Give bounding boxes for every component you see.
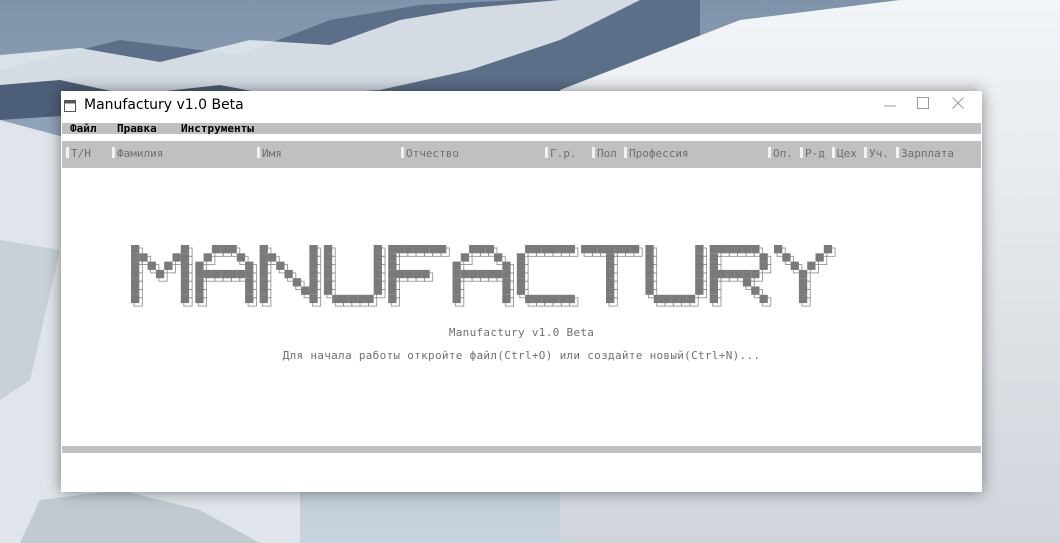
app-window: Manufactury v1.0 Beta Файл Правка Инстру…	[61, 91, 982, 492]
logo-letter-n	[259, 245, 322, 307]
logo-letter-u	[645, 245, 707, 307]
column-header-experience[interactable]: Оп.	[768, 147, 793, 160]
column-header-grade[interactable]: Р-д	[800, 147, 825, 160]
app-window-icon	[64, 100, 76, 112]
column-header-salary[interactable]: Зарплата	[896, 147, 954, 160]
splash-hint: Для начала работы откройте файл(Ctrl+O) …	[282, 349, 761, 362]
logo-letter-c	[516, 245, 579, 307]
table-header: Т/Н Фамилия Имя Отчество Г.р. Пол Профес…	[62, 141, 981, 168]
logo-letter-r	[709, 245, 772, 307]
menu-file[interactable]: Файл	[70, 123, 97, 134]
column-header-sex[interactable]: Пол	[592, 147, 617, 160]
close-button[interactable]	[941, 91, 975, 115]
maximize-button[interactable]	[906, 91, 940, 115]
logo-letter-t	[581, 245, 643, 307]
column-header-profession[interactable]: Профессия	[624, 147, 689, 160]
menu-tools[interactable]: Инструменты	[181, 123, 254, 134]
logo-letter-m	[131, 245, 193, 307]
logo-letter-y	[774, 245, 836, 307]
column-header-section[interactable]: Уч.	[864, 147, 889, 160]
title-bar[interactable]: Manufactury v1.0 Beta	[61, 91, 982, 122]
column-header-patronymic[interactable]: Отчество	[401, 147, 459, 160]
column-header-surname[interactable]: Фамилия	[112, 147, 163, 160]
column-header-birth-year[interactable]: Г.р.	[545, 147, 577, 160]
logo-letter-a	[195, 245, 257, 307]
manufactury-logo	[131, 245, 836, 307]
logo-letter-f	[388, 245, 450, 307]
column-header-workshop[interactable]: Цех	[832, 147, 857, 160]
logo-letter-u	[323, 245, 386, 307]
minimize-button[interactable]	[873, 91, 907, 115]
status-bar	[62, 446, 981, 453]
close-icon	[952, 97, 964, 109]
column-header-tab-number[interactable]: Т/Н	[66, 147, 91, 160]
menu-edit[interactable]: Правка	[117, 123, 157, 134]
maximize-icon	[917, 97, 929, 109]
column-header-name[interactable]: Имя	[257, 147, 282, 160]
menu-bar: Файл Правка Инструменты	[62, 123, 981, 134]
logo-letter-a	[452, 245, 514, 307]
window-title: Manufactury v1.0 Beta	[84, 97, 244, 113]
splash-subtitle: Manufactury v1.0 Beta	[448, 326, 595, 339]
minimize-icon	[884, 105, 896, 107]
